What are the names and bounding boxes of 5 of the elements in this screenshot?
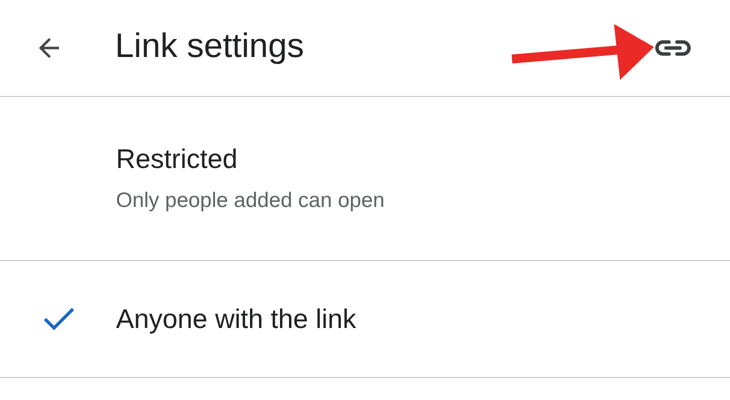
link-icon[interactable] xyxy=(654,38,692,58)
option-description: Only people added can open xyxy=(116,189,385,213)
page-title: Link settings xyxy=(115,26,304,66)
option-label[interactable]: Restricted xyxy=(116,144,385,175)
option-label[interactable]: Anyone with the link xyxy=(116,304,356,334)
